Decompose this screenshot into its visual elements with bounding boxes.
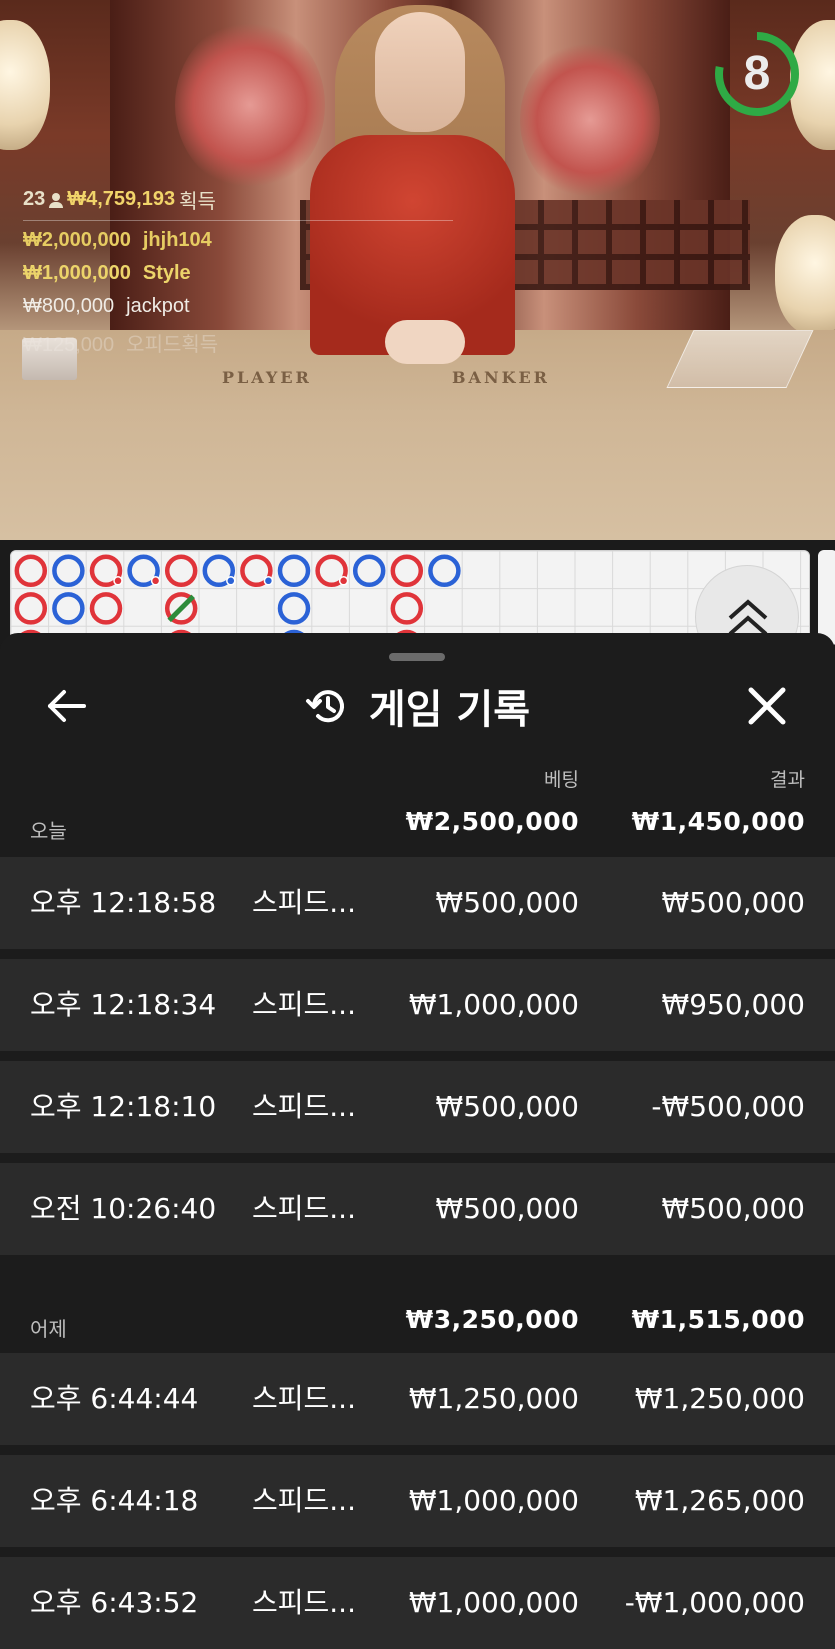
row-game: 스피드... xyxy=(252,1192,356,1225)
road-bead xyxy=(277,592,311,625)
row-result: -₩1,000,000 xyxy=(624,1586,805,1619)
winners-amount: ₩4,759,193 xyxy=(67,188,176,210)
road-bead xyxy=(164,554,198,588)
row-bet: ₩1,250,000 xyxy=(408,1382,579,1415)
table-label-player: PLAYER xyxy=(222,368,312,387)
section-result-total: ₩1,515,000 xyxy=(631,1305,805,1334)
row-game: 스피드... xyxy=(252,1090,356,1123)
sheet-grabber[interactable] xyxy=(389,653,445,661)
row-game: 스피드... xyxy=(252,1382,356,1415)
road-bead xyxy=(14,554,48,588)
history-row[interactable]: 오전 10:26:40 스피드... ₩500,000 ₩500,000 xyxy=(0,1163,835,1255)
row-game: 스피드... xyxy=(252,886,356,919)
column-header-result: 결과 xyxy=(770,769,805,791)
winners-count: 23 xyxy=(23,188,46,210)
row-time: 오후 12:18:58 xyxy=(30,886,217,919)
pair-dot xyxy=(226,576,236,586)
section-day-label: 오늘 xyxy=(30,819,67,843)
page-title: 게임 기록 xyxy=(368,687,531,733)
winners-label: 획득 xyxy=(179,191,216,213)
game-history-sheet: 게임 기록 베팅 결과 오늘 ₩2,500,000 ₩1,450,000 오후 … xyxy=(0,633,835,1649)
road-bead xyxy=(352,554,386,588)
column-header-bet: 베팅 xyxy=(544,769,579,791)
road-bead xyxy=(428,554,461,588)
section-day-label: 어제 xyxy=(30,1317,67,1341)
row-game: 스피드... xyxy=(252,1586,356,1619)
row-game: 스피드... xyxy=(252,1484,356,1517)
row-time: 오후 6:44:18 xyxy=(30,1484,199,1517)
winner-item: ₩1,000,000 Style xyxy=(23,262,191,284)
row-bet: ₩1,000,000 xyxy=(408,988,579,1021)
pair-dot xyxy=(150,576,161,586)
road-bead xyxy=(390,554,424,588)
pair-dot xyxy=(263,576,274,586)
row-bet: ₩1,000,000 xyxy=(408,1484,579,1517)
row-result: -₩500,000 xyxy=(651,1090,805,1123)
person-icon xyxy=(49,192,64,208)
row-bet: ₩500,000 xyxy=(435,1192,579,1225)
row-time: 오후 6:43:52 xyxy=(30,1586,199,1619)
section-bet-total: ₩2,500,000 xyxy=(405,807,579,836)
history-row[interactable]: 오후 12:18:58 스피드... ₩500,000 ₩500,000 xyxy=(0,857,835,949)
row-time: 오후 6:44:44 xyxy=(30,1382,199,1415)
sheet-header: 게임 기록 xyxy=(0,681,835,733)
live-video: PLAYER BANKER 23 ₩4,759,193 획득 ₩2,000,00… xyxy=(0,0,835,540)
history-row[interactable]: 오후 12:18:34 스피드... ₩1,000,000 ₩950,000 xyxy=(0,959,835,1051)
road-bead xyxy=(89,592,123,625)
row-result: ₩1,265,000 xyxy=(634,1484,805,1517)
road-bead xyxy=(14,592,48,625)
history-row[interactable]: 오후 6:44:44 스피드... ₩1,250,000 ₩1,250,000 xyxy=(0,1353,835,1445)
winners-total: 23 ₩4,759,193 획득 xyxy=(23,185,453,214)
table-label-banker: BANKER xyxy=(452,368,550,387)
road-bead xyxy=(52,592,85,625)
road-bead xyxy=(52,554,85,588)
history-row[interactable]: 오후 12:18:10 스피드... ₩500,000 -₩500,000 xyxy=(0,1061,835,1153)
countdown-value: 8 xyxy=(743,47,771,100)
road-bead xyxy=(277,554,311,588)
row-game: 스피드... xyxy=(252,988,356,1021)
winner-item: ₩125,000 오피드획득 xyxy=(23,334,219,356)
history-icon xyxy=(305,690,344,723)
row-time: 오전 10:26:40 xyxy=(30,1192,217,1225)
winner-item: ₩800,000 jackpot xyxy=(23,295,190,317)
bead-road xyxy=(10,550,810,645)
row-time: 오후 12:18:10 xyxy=(30,1090,217,1123)
section-result-total: ₩1,450,000 xyxy=(631,807,805,836)
row-bet: ₩500,000 xyxy=(435,1090,579,1123)
row-result: ₩1,250,000 xyxy=(634,1382,805,1415)
winner-item: ₩2,000,000 jhjh104 xyxy=(23,229,212,251)
row-result: ₩950,000 xyxy=(661,988,805,1021)
close-button[interactable] xyxy=(742,681,792,731)
road-bead xyxy=(390,592,424,625)
row-result: ₩500,000 xyxy=(661,886,805,919)
close-icon xyxy=(748,687,786,725)
history-row[interactable]: 오후 6:44:18 스피드... ₩1,000,000 ₩1,265,000 xyxy=(0,1455,835,1547)
row-result: ₩500,000 xyxy=(661,1192,805,1225)
pair-dot xyxy=(338,576,349,586)
winners-list: 23 ₩4,759,193 획득 ₩2,000,000 jhjh104 ₩1,00… xyxy=(23,185,453,367)
row-time: 오후 12:18:34 xyxy=(30,988,217,1021)
pair-dot xyxy=(113,576,123,586)
section-bet-total: ₩3,250,000 xyxy=(405,1305,579,1334)
history-row[interactable]: 오후 6:43:52 스피드... ₩1,000,000 -₩1,000,000 xyxy=(0,1557,835,1649)
row-bet: ₩500,000 xyxy=(435,886,579,919)
row-bet: ₩1,000,000 xyxy=(408,1586,579,1619)
dealer xyxy=(375,12,465,132)
